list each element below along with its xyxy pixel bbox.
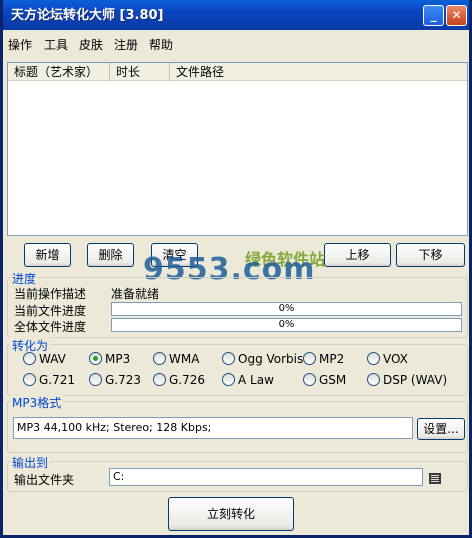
output-folder-label: 输出文件夹: [14, 473, 75, 487]
convert-now-button[interactable]: 立刻转化: [168, 497, 294, 531]
radio-gsm[interactable]: GSM: [303, 373, 346, 389]
window-title: 天方论坛转化大师 [3.80]: [11, 8, 164, 23]
file-progress-bar: 0%: [111, 302, 462, 316]
mp3-format-group: MP3格式 MP3 44,100 kHz; Stereo; 128 Kbps;: [7, 394, 468, 453]
radio-ogg-vorbis[interactable]: Ogg Vorbis: [222, 352, 303, 368]
radio-indicator: [367, 352, 380, 365]
close-button[interactable]: ✕: [446, 5, 467, 26]
radio-mp2[interactable]: MP2: [303, 352, 344, 368]
menu-help[interactable]: 帮助: [149, 36, 173, 53]
radio-indicator: [222, 352, 235, 365]
current-operation-value: 准备就绪: [111, 287, 160, 301]
title-bar[interactable]: 天方论坛转化大师 [3.80] _ ✕: [3, 0, 469, 30]
app-window: 天方论坛转化大师 [3.80] _ ✕ 操作 工具 皮肤 注册 帮助 标题（艺术…: [0, 0, 472, 538]
output-group: 输出到 输出文件夹 C:: [7, 454, 468, 492]
radio-indicator: [303, 373, 316, 386]
radio-indicator: [367, 373, 380, 386]
radio-wav[interactable]: WAV: [23, 352, 66, 368]
column-header-duration[interactable]: 时长: [110, 63, 170, 81]
radio-indicator: [303, 352, 316, 365]
progress-group: 进度 当前操作描述 准备就绪 当前文件进度 0% 全体文件进度 0%: [7, 270, 468, 338]
radio-indicator-selected: [89, 352, 102, 365]
move-up-button[interactable]: 上移: [324, 243, 391, 267]
current-operation-label: 当前操作描述: [14, 287, 87, 301]
file-list[interactable]: 标题（艺术家） 时长 文件路径: [7, 62, 468, 236]
folder-browse-icon[interactable]: [428, 471, 442, 485]
mp3-format-field[interactable]: MP3 44,100 kHz; Stereo; 128 Kbps;: [13, 417, 413, 439]
menu-tools[interactable]: 工具: [44, 36, 68, 53]
radio-indicator: [23, 352, 36, 365]
delete-button[interactable]: 删除: [87, 243, 134, 267]
total-progress-label: 全体文件进度: [14, 320, 87, 334]
radio-indicator: [153, 373, 166, 386]
settings-button[interactable]: 设置...: [417, 418, 465, 440]
output-legend: 输出到: [10, 454, 51, 471]
radio-mp3[interactable]: MP3: [89, 352, 130, 368]
menu-bar: 操作 工具 皮肤 注册 帮助: [3, 32, 469, 54]
radio-indicator: [89, 373, 102, 386]
radio-indicator: [23, 373, 36, 386]
column-header-path[interactable]: 文件路径: [170, 63, 467, 81]
menu-skin[interactable]: 皮肤: [79, 36, 103, 53]
radio-vox[interactable]: VOX: [367, 352, 408, 368]
total-progress-bar: 0%: [111, 318, 462, 332]
mp3-format-legend: MP3格式: [10, 394, 64, 411]
minimize-button[interactable]: _: [423, 5, 444, 26]
column-header-title[interactable]: 标题（艺术家）: [8, 63, 110, 81]
file-progress-label: 当前文件进度: [14, 304, 87, 318]
menu-operations[interactable]: 操作: [8, 36, 32, 53]
radio-g726[interactable]: G.726: [153, 373, 205, 389]
output-folder-field[interactable]: C:: [109, 468, 423, 486]
radio-dsp-wav[interactable]: DSP (WAV): [367, 373, 447, 389]
list-header: 标题（艺术家） 时长 文件路径: [8, 63, 467, 81]
radio-g721[interactable]: G.721: [23, 373, 75, 389]
radio-wma[interactable]: WMA: [153, 352, 199, 368]
convert-to-group: 转化为 WAV MP3 WMA Ogg Vorbis MP2 VOX G.721…: [7, 337, 468, 396]
radio-indicator: [222, 373, 235, 386]
radio-a-law[interactable]: A Law: [222, 373, 274, 389]
radio-indicator: [153, 352, 166, 365]
move-down-button[interactable]: 下移: [396, 243, 465, 267]
radio-g723[interactable]: G.723: [89, 373, 141, 389]
menu-register[interactable]: 注册: [114, 36, 138, 53]
add-button[interactable]: 新增: [24, 243, 71, 267]
